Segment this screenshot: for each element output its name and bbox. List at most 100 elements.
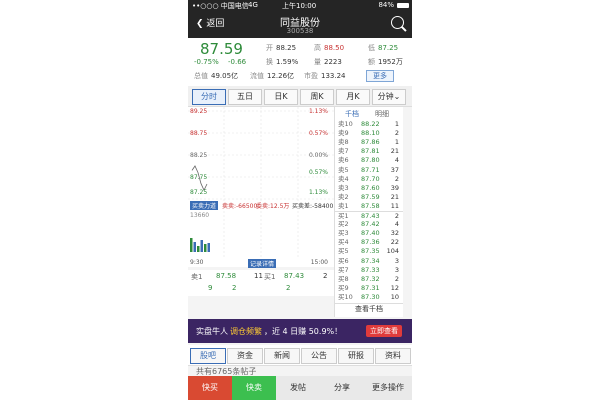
order-book-row: 卖6 87.80 4 [335, 156, 403, 164]
row-volume: 1 [394, 138, 399, 147]
quote-field-low: 低 87.25 [368, 44, 399, 52]
row-label: 买4 [338, 238, 349, 247]
quote-field-pe: 市盈 133.24 [304, 72, 346, 80]
battery-icon [397, 3, 409, 8]
tab-profile[interactable]: 资料 [375, 348, 411, 364]
row-volume: 11 [390, 201, 399, 210]
quote-field-total-cap: 总值 49.05亿 [194, 72, 239, 80]
network-label: 4G [248, 1, 258, 9]
record-detail-button[interactable]: 记录详情 [248, 259, 277, 268]
buy1-volume: 2 [323, 272, 328, 280]
tab-intraday[interactable]: 分时 [192, 89, 226, 105]
row-price: 87.59 [361, 192, 380, 201]
row-label: 卖7 [338, 147, 349, 156]
strip-value: 2 [286, 284, 291, 292]
order-book-row: 卖10 88.22 1 [335, 120, 403, 128]
row-volume: 12 [390, 283, 399, 292]
order-book-row: 卖8 87.86 1 [335, 138, 403, 146]
row-label: 买3 [338, 229, 349, 238]
content-tabs: 股吧 资金 新闻 公告 研报 资料 [188, 345, 412, 366]
row-price: 87.80 [361, 156, 380, 165]
tab-five-day[interactable]: 五日 [228, 89, 262, 105]
row-price: 87.36 [361, 238, 380, 247]
row-volume: 3 [394, 256, 399, 265]
row-volume: 39 [390, 183, 399, 192]
y-left-tick: 87.25 [190, 189, 208, 196]
last-price: 87.59 [200, 40, 243, 58]
x-tick-start: 9:30 [190, 259, 204, 266]
banner-view-button[interactable]: 立即查看 [366, 325, 402, 337]
tab-order-depth[interactable]: 千档 [345, 109, 359, 119]
order-book-row: 卖7 87.81 21 [335, 147, 403, 155]
y-right-tick: 0.57% [308, 169, 328, 176]
promo-banner[interactable]: 实盘牛人 调仓频繁 ，近 4 日赚 50.9%！ 立即查看 [188, 319, 412, 343]
search-icon[interactable] [391, 16, 404, 29]
row-price: 87.40 [361, 229, 380, 238]
tab-announcements[interactable]: 公告 [301, 348, 337, 364]
clock: 上午10:00 [282, 2, 317, 10]
share-button[interactable]: 分享 [320, 376, 364, 400]
y-right-tick: 0.57% [308, 130, 328, 137]
volume-bar [204, 244, 207, 252]
quote-panel: 87.59 -0.75% -0.66 开 88.25 高 88.50 低 87.25 … [188, 38, 412, 86]
row-volume: 1 [394, 120, 399, 128]
nav-bar: ❮ 返回 同益股份 300538 [188, 11, 412, 38]
sell1-label: 卖1 [191, 273, 203, 281]
tab-weekly-k[interactable]: 周K [300, 89, 334, 105]
row-label: 卖10 [338, 120, 353, 128]
order-book-row: 买6 87.34 3 [335, 257, 403, 265]
row-label: 卖2 [338, 192, 349, 201]
order-book-row: 卖3 87.60 39 [335, 184, 403, 192]
chevron-down-icon: ⌄ [393, 92, 401, 101]
strip-value: 9 [208, 284, 213, 292]
row-label: 卖5 [338, 165, 349, 174]
more-actions-button[interactable]: 更多操作 [364, 376, 412, 400]
tab-forum[interactable]: 股吧 [190, 348, 226, 364]
row-label: 卖3 [338, 183, 349, 192]
quick-buy-button[interactable]: 快买 [188, 376, 232, 400]
row-label: 买7 [338, 265, 349, 274]
post-button[interactable]: 发帖 [276, 376, 320, 400]
tab-news[interactable]: 新闻 [264, 348, 300, 364]
row-price: 87.71 [361, 165, 380, 174]
intraday-chart[interactable]: 89.25 88.75 88.25 87.75 87.25 1.13% 0.57… [188, 107, 334, 268]
phone-screen: ••○○○ 中国电信 4G 上午10:00 84% ❮ 返回 同益股份 3005… [188, 0, 412, 400]
volume-bar [200, 240, 203, 252]
volume-bar [193, 242, 196, 252]
y-left-tick: 87.75 [190, 174, 208, 181]
row-volume: 2 [394, 274, 399, 283]
quote-field-amount: 额 1952万 [368, 58, 403, 66]
row-volume: 2 [394, 212, 399, 220]
order-book-row: 买10 87.30 10 [335, 293, 403, 301]
sub-value: 13660 [190, 212, 210, 219]
row-label: 买10 [338, 292, 353, 301]
view-depth-button[interactable]: 查看千档 [335, 303, 403, 316]
buy1-label: 买1 [264, 273, 276, 281]
tab-minute[interactable]: 分钟⌄ [372, 89, 406, 105]
row-label: 买2 [338, 220, 349, 229]
more-button[interactable]: 更多 [366, 70, 394, 82]
y-left-tick: 88.75 [190, 130, 208, 137]
legend-value: 委卖:12.5万 [256, 203, 290, 210]
y-left-tick: 89.25 [190, 108, 208, 115]
row-price: 87.42 [361, 220, 380, 229]
tab-trade-detail[interactable]: 明细 [375, 109, 389, 119]
x-tick-end: 15:00 [310, 259, 328, 266]
row-volume: 22 [390, 238, 399, 247]
order-book-row: 买1 87.43 2 [335, 211, 403, 220]
row-volume: 10 [390, 292, 399, 301]
tab-research[interactable]: 研报 [338, 348, 374, 364]
quick-sell-button[interactable]: 快卖 [232, 376, 276, 400]
row-price: 87.34 [361, 256, 380, 265]
y-right-tick: 1.13% [308, 108, 328, 115]
row-label: 买1 [338, 212, 349, 220]
order-book-row: 买9 87.31 12 [335, 284, 403, 292]
row-volume: 32 [390, 229, 399, 238]
row-label: 买8 [338, 274, 349, 283]
quote-field-float-cap: 流值 12.26亿 [250, 72, 295, 80]
order-book-row: 卖2 87.59 21 [335, 193, 403, 201]
tab-funds[interactable]: 资金 [227, 348, 263, 364]
quote-field-open: 开 88.25 [266, 44, 297, 52]
tab-monthly-k[interactable]: 月K [336, 89, 370, 105]
tab-daily-k[interactable]: 日K [264, 89, 298, 105]
